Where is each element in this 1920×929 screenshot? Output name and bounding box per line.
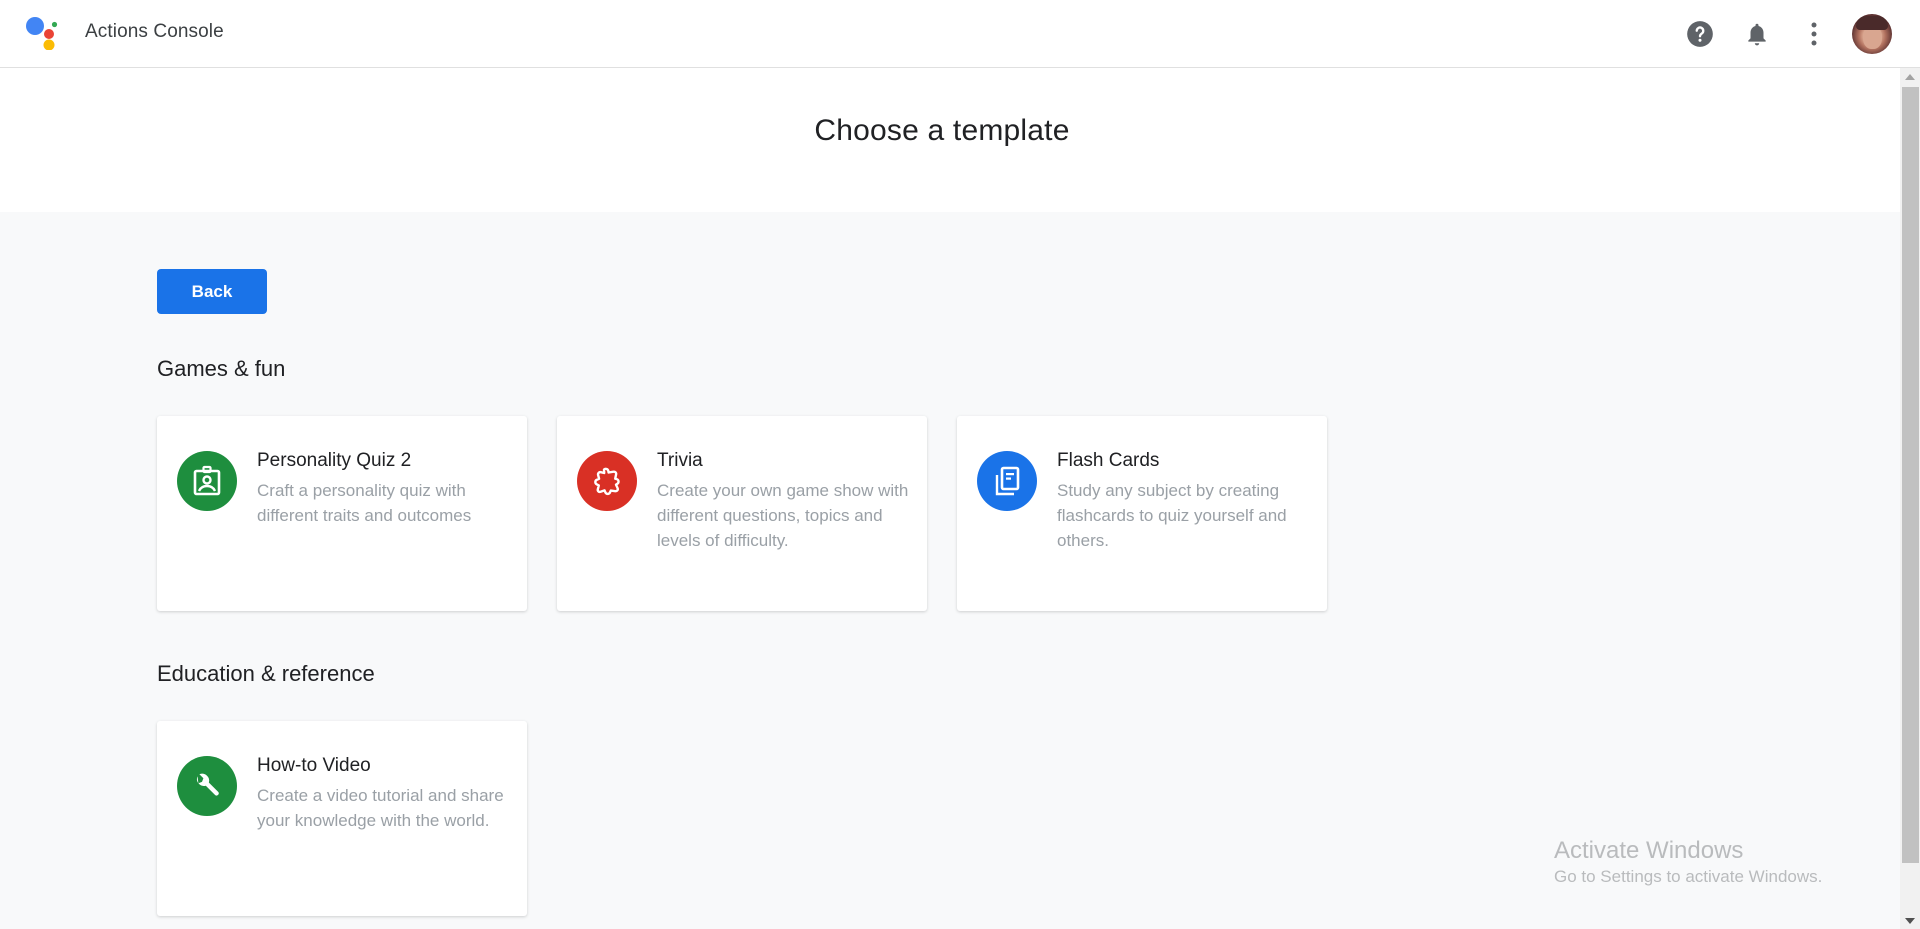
card-title: Personality Quiz 2	[257, 450, 412, 471]
avatar-hair	[1856, 16, 1888, 30]
arrow-up-icon	[1905, 73, 1915, 80]
scroll-up-button[interactable]	[1900, 68, 1920, 85]
section-title-education: Education & reference	[157, 661, 375, 686]
puzzle-piece-icon	[594, 467, 620, 496]
card-description: Craft a personality quiz with different …	[257, 481, 472, 525]
template-card-flash-cards[interactable]: Flash Cards Study any subject by creatin…	[957, 416, 1327, 611]
wrench-icon	[196, 773, 219, 796]
page-title: Choose a template	[814, 114, 1070, 147]
card-icon-badge	[177, 756, 237, 816]
vertical-scrollbar[interactable]	[1900, 68, 1920, 929]
template-content: Back Games & fun Personality Quiz 2 Craf…	[0, 212, 1900, 929]
back-button[interactable]: Back	[157, 269, 267, 314]
app-bar-actions	[1665, 12, 1892, 56]
help-button[interactable]	[1678, 12, 1722, 56]
card-icon-badge	[577, 451, 637, 511]
scroll-down-button[interactable]	[1900, 912, 1920, 929]
badge-portrait-icon	[193, 465, 221, 496]
google-assistant-logo-icon[interactable]	[24, 14, 60, 50]
app-title[interactable]: Actions Console	[85, 21, 224, 43]
card-title: How-to Video	[257, 755, 371, 776]
app-bar: Actions Console	[0, 0, 1920, 68]
avatar[interactable]	[1852, 14, 1892, 54]
page-header: Choose a template	[0, 68, 1900, 212]
card-icon-badge	[977, 451, 1037, 511]
card-description: Create your own game show with different…	[657, 481, 909, 550]
help-circle-icon	[1687, 21, 1713, 47]
template-card-personality-quiz[interactable]: Personality Quiz 2 Craft a personality q…	[157, 416, 527, 611]
more-vert-icon	[1811, 22, 1817, 46]
more-options-button[interactable]	[1792, 12, 1836, 56]
card-title: Flash Cards	[1057, 450, 1160, 471]
section-title-games: Games & fun	[157, 356, 286, 381]
card-title: Trivia	[657, 450, 703, 471]
notifications-button[interactable]	[1735, 12, 1779, 56]
card-description: Create a video tutorial and share your k…	[257, 786, 504, 830]
card-icon-badge	[177, 451, 237, 511]
card-description: Study any subject by creating flashcards…	[1057, 481, 1287, 550]
arrow-down-icon	[1905, 917, 1915, 924]
template-card-trivia[interactable]: Trivia Create your own game show with di…	[557, 416, 927, 611]
bell-icon	[1748, 23, 1766, 46]
cards-stack-icon	[995, 466, 1020, 496]
template-card-how-to-video[interactable]: How-to Video Create a video tutorial and…	[157, 721, 527, 916]
scroll-thumb[interactable]	[1902, 87, 1919, 863]
